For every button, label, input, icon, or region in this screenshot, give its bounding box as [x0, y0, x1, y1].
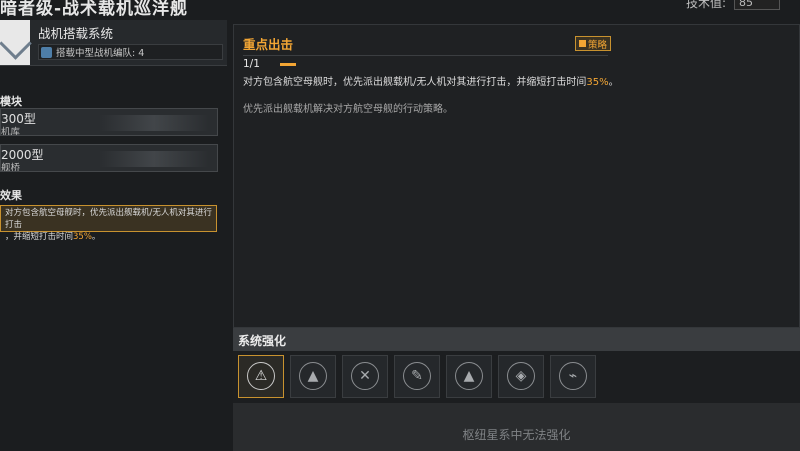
- module-type: 舰桥: [1, 163, 21, 172]
- system-icon: [0, 20, 32, 65]
- enhancement-footer: 枢纽星系中无法强化: [233, 403, 800, 451]
- system-title: 战机搭载系统: [38, 26, 114, 41]
- enhancement-message: 枢纽星系中无法强化: [462, 428, 571, 442]
- system-subtitle: 搭载中型战机编队: 4: [38, 44, 223, 60]
- detail-panel: 重点出击 策略 1/1 对方包含航空母舰时，优先派出舰载机/无人机对其进行打击，…: [233, 24, 800, 328]
- level-bar: [280, 63, 296, 66]
- modules-label: 模块: [0, 95, 22, 108]
- ship-signal-icon: ⌁: [559, 362, 587, 390]
- tech-value-box: 85: [734, 0, 780, 10]
- enhancement-slot[interactable]: ✎: [394, 355, 440, 398]
- detail-description: 对方包含航空母舰时，优先派出舰载机/无人机对其进行打击，并缩短打击时间35%。: [243, 77, 619, 88]
- ship-up-icon: ▲: [299, 362, 327, 390]
- module-art: [99, 151, 209, 167]
- fighter-squad-icon: [41, 46, 52, 58]
- tech-label: 技术值:: [685, 0, 726, 10]
- module-type: 机库: [1, 127, 21, 136]
- effect-line1: 对方包含航空母舰时，优先派出舰载机/无人机对其进行打击: [5, 208, 212, 230]
- strategy-tag-label: 策略: [588, 39, 608, 51]
- enhancement-slot[interactable]: ⚠: [238, 355, 284, 398]
- system-header[interactable]: 战机搭载系统 搭载中型战机编队: 4: [0, 20, 227, 66]
- enhancement-title: 系统强化: [238, 334, 287, 348]
- strategy-icon: [579, 40, 586, 47]
- system-subtitle-text: 搭载中型战机编队: 4: [56, 48, 145, 59]
- module-item-bridge[interactable]: 2000型 舰桥: [0, 144, 218, 172]
- module-art: [99, 115, 209, 131]
- strategy-description: 优先派出舰载机解决对方航空母舰的行动策略。: [243, 104, 453, 115]
- tech-value: 85: [739, 0, 753, 9]
- effect-line2: ，并缩短打击时间35%。: [5, 232, 101, 242]
- ship-title: 暗者级-战术载机巡洋舰: [0, 0, 189, 19]
- ship-alert-icon: ⚠: [247, 362, 275, 390]
- enhancement-slot[interactable]: ▲: [446, 355, 492, 398]
- ship-up-icon: ▲: [455, 362, 483, 390]
- ship-cross-icon: ✕: [351, 362, 379, 390]
- enhancement-slot[interactable]: ▲: [290, 355, 336, 398]
- enhancement-slots: ⚠ ▲ ✕ ✎ ▲ ◈ ⌁: [233, 351, 800, 403]
- effect-box: 对方包含航空母舰时，优先派出舰载机/无人机对其进行打击 ，并缩短打击时间35%。: [0, 205, 217, 242]
- ship-target-icon: ◈: [507, 362, 535, 390]
- effect-label: 效果: [0, 189, 22, 202]
- detail-title: 重点出击: [243, 37, 294, 52]
- enhancement-slot[interactable]: ⌁: [550, 355, 596, 398]
- module-item-hangar[interactable]: 300型 机库: [0, 108, 218, 136]
- tech-value-area: 技术值: 85: [686, 0, 780, 11]
- ship-wrench-icon: ✎: [403, 362, 431, 390]
- left-panel: 战机搭载系统 搭载中型战机编队: 4 模块 300型 机库 2000型 舰桥 效…: [0, 20, 227, 451]
- enhancement-slot[interactable]: ✕: [342, 355, 388, 398]
- level-count: 1/1: [243, 58, 260, 70]
- enhancement-slot[interactable]: ◈: [498, 355, 544, 398]
- strategy-tag: 策略: [575, 36, 612, 51]
- divider: [243, 55, 608, 56]
- enhancement-header: 系统强化: [233, 328, 800, 351]
